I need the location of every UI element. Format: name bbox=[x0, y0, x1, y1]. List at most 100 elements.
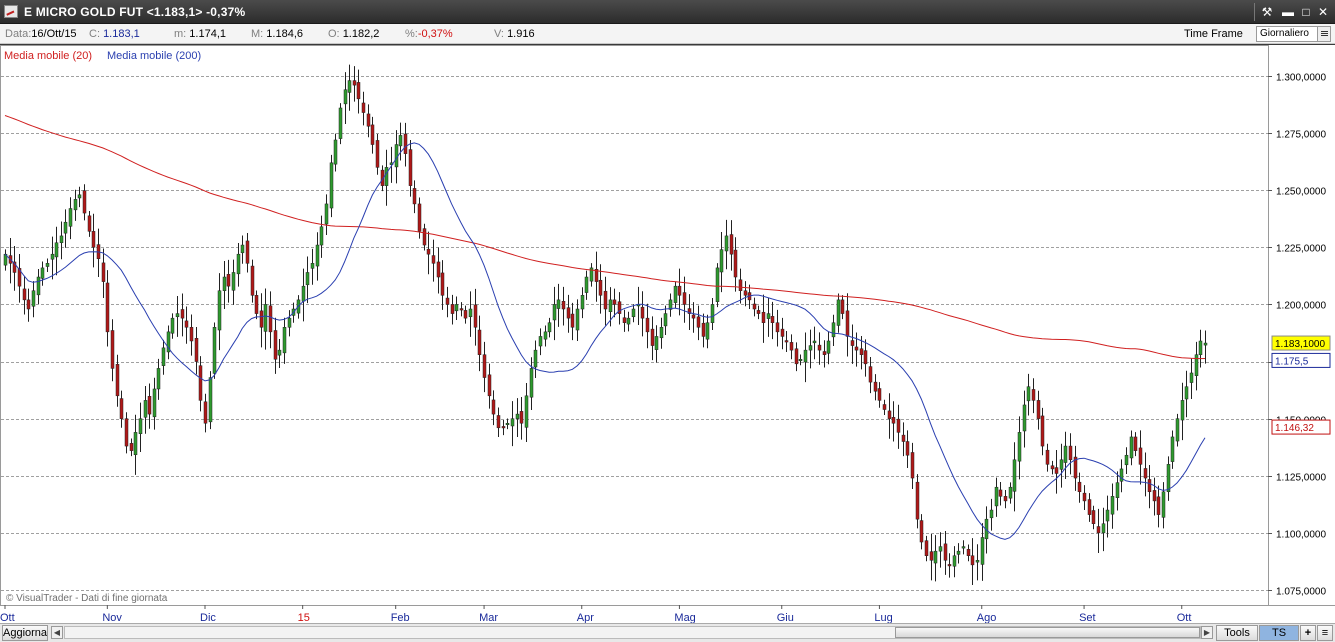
bullish-candle bbox=[305, 272, 310, 286]
bullish-candle bbox=[533, 349, 538, 368]
bearish-candle bbox=[101, 262, 106, 282]
bullish-candle bbox=[956, 550, 961, 555]
bullish-candle bbox=[980, 537, 985, 565]
bullish-candle bbox=[31, 290, 36, 307]
bearish-candle bbox=[770, 316, 775, 323]
candlestick-chart[interactable]: 1.300,0000 1.275,0000 1.250,0000 1.225,0000… bbox=[0, 45, 1335, 623]
bearish-candle bbox=[794, 348, 799, 365]
bullish-candle bbox=[152, 388, 157, 418]
bearish-candle bbox=[650, 328, 655, 346]
legend-ma20[interactable]: Media mobile (20) bbox=[4, 50, 92, 62]
bearish-candle bbox=[738, 279, 743, 291]
bearish-candle bbox=[924, 540, 929, 556]
x-tick-label: Feb bbox=[391, 612, 410, 623]
info-open-value: 1.182,2 bbox=[342, 28, 380, 40]
bullish-candle bbox=[1026, 386, 1031, 402]
bearish-candle bbox=[147, 396, 152, 415]
bearish-candle bbox=[412, 188, 417, 205]
y-tick-label: 1.125,0000 bbox=[1276, 473, 1326, 484]
bearish-candle bbox=[910, 452, 915, 479]
y-tick-label: 1.225,0000 bbox=[1276, 244, 1326, 255]
price-chart-area[interactable]: 1.300,0000 1.275,0000 1.250,0000 1.225,0000… bbox=[0, 45, 1335, 623]
bearish-candle bbox=[561, 300, 566, 310]
bullish-candle bbox=[231, 272, 236, 291]
horizontal-scrollbar-thumb[interactable] bbox=[895, 627, 1200, 638]
y-tick-label: 1.250,0000 bbox=[1276, 187, 1326, 198]
bullish-candle bbox=[68, 208, 73, 227]
bullish-candle bbox=[222, 276, 227, 291]
bearish-candle bbox=[891, 417, 896, 424]
legend-ma200[interactable]: Media mobile (200) bbox=[107, 50, 201, 62]
bearish-candle bbox=[863, 350, 868, 365]
bearish-candle bbox=[1133, 436, 1138, 451]
bearish-candle bbox=[645, 317, 650, 333]
bearish-candle bbox=[1138, 447, 1143, 465]
bullish-candle bbox=[1203, 342, 1208, 346]
bearish-candle bbox=[873, 381, 878, 392]
scroll-left-arrow-icon[interactable]: ◀ bbox=[51, 626, 63, 639]
bearish-candle bbox=[129, 443, 134, 451]
bearish-candle bbox=[91, 231, 96, 248]
y-tick-label: 1.200,0000 bbox=[1276, 301, 1326, 312]
wrench-icon[interactable]: ⚒ bbox=[1259, 4, 1275, 20]
bearish-candle bbox=[756, 310, 761, 314]
timeframe-select[interactable]: Giornaliero bbox=[1256, 26, 1331, 42]
info-close-value: 1.183,1 bbox=[103, 28, 140, 40]
bearish-candle bbox=[1050, 465, 1055, 470]
menu-icon[interactable]: ≡ bbox=[1317, 625, 1333, 641]
x-tick-label: Mar bbox=[479, 612, 498, 623]
bearish-candle bbox=[877, 388, 882, 401]
bullish-candle bbox=[310, 263, 315, 269]
bearish-candle bbox=[696, 316, 701, 328]
bullish-candle bbox=[710, 304, 715, 323]
bearish-candle bbox=[1143, 468, 1148, 479]
ma20-value-label: 1.175,5 bbox=[1275, 356, 1309, 367]
bullish-candle bbox=[1194, 354, 1199, 376]
bearish-candle bbox=[366, 113, 371, 127]
scroll-right-arrow-icon[interactable]: ▶ bbox=[1201, 626, 1213, 639]
add-button[interactable]: + bbox=[1300, 625, 1316, 641]
bullish-candle bbox=[580, 295, 585, 310]
bearish-candle bbox=[1040, 415, 1045, 447]
y-tick-label: 1.075,0000 bbox=[1276, 587, 1326, 598]
bearish-candle bbox=[463, 310, 468, 319]
bullish-candle bbox=[831, 322, 836, 338]
info-pct-label: %: bbox=[405, 28, 418, 40]
bearish-candle bbox=[1147, 479, 1152, 493]
bearish-candle bbox=[780, 328, 785, 337]
chart-app-icon bbox=[4, 5, 18, 18]
bullish-candle bbox=[933, 550, 938, 564]
bearish-candle bbox=[691, 314, 696, 319]
info-pct-value: -0,37% bbox=[417, 28, 453, 40]
bullish-candle bbox=[766, 313, 771, 319]
bearish-candle bbox=[250, 265, 255, 296]
bullish-candle bbox=[798, 359, 803, 362]
bearish-candle bbox=[450, 304, 455, 314]
dropdown-menu-icon[interactable] bbox=[1317, 27, 1330, 41]
bullish-candle bbox=[347, 80, 352, 93]
bearish-candle bbox=[203, 401, 208, 424]
aggiorna-button[interactable]: Aggiorna bbox=[2, 625, 48, 641]
close-icon[interactable]: ✕ bbox=[1315, 4, 1331, 20]
bullish-candle bbox=[1170, 436, 1175, 462]
bearish-candle bbox=[905, 441, 910, 456]
bearish-candle bbox=[901, 434, 906, 442]
bullish-candle bbox=[808, 345, 813, 351]
bearish-candle bbox=[417, 203, 422, 232]
titlebar-separator bbox=[1254, 3, 1255, 21]
bearish-candle bbox=[682, 292, 687, 305]
info-min-value: 1.174,1 bbox=[189, 28, 226, 40]
tools-button[interactable]: Tools bbox=[1216, 625, 1258, 641]
maximize-icon[interactable]: □ bbox=[1298, 4, 1314, 20]
bearish-candle bbox=[445, 297, 450, 305]
bearish-candle bbox=[868, 366, 873, 383]
bullish-candle bbox=[989, 509, 994, 519]
bearish-candle bbox=[752, 303, 757, 310]
bullish-candle bbox=[175, 313, 180, 318]
bearish-candle bbox=[361, 102, 366, 113]
ts-off-button[interactable]: TS OFF bbox=[1259, 625, 1299, 642]
bullish-candle bbox=[282, 327, 287, 354]
bearish-candle bbox=[403, 133, 408, 154]
minimize-icon[interactable]: ▬ bbox=[1280, 4, 1296, 20]
bearish-candle bbox=[124, 418, 129, 447]
